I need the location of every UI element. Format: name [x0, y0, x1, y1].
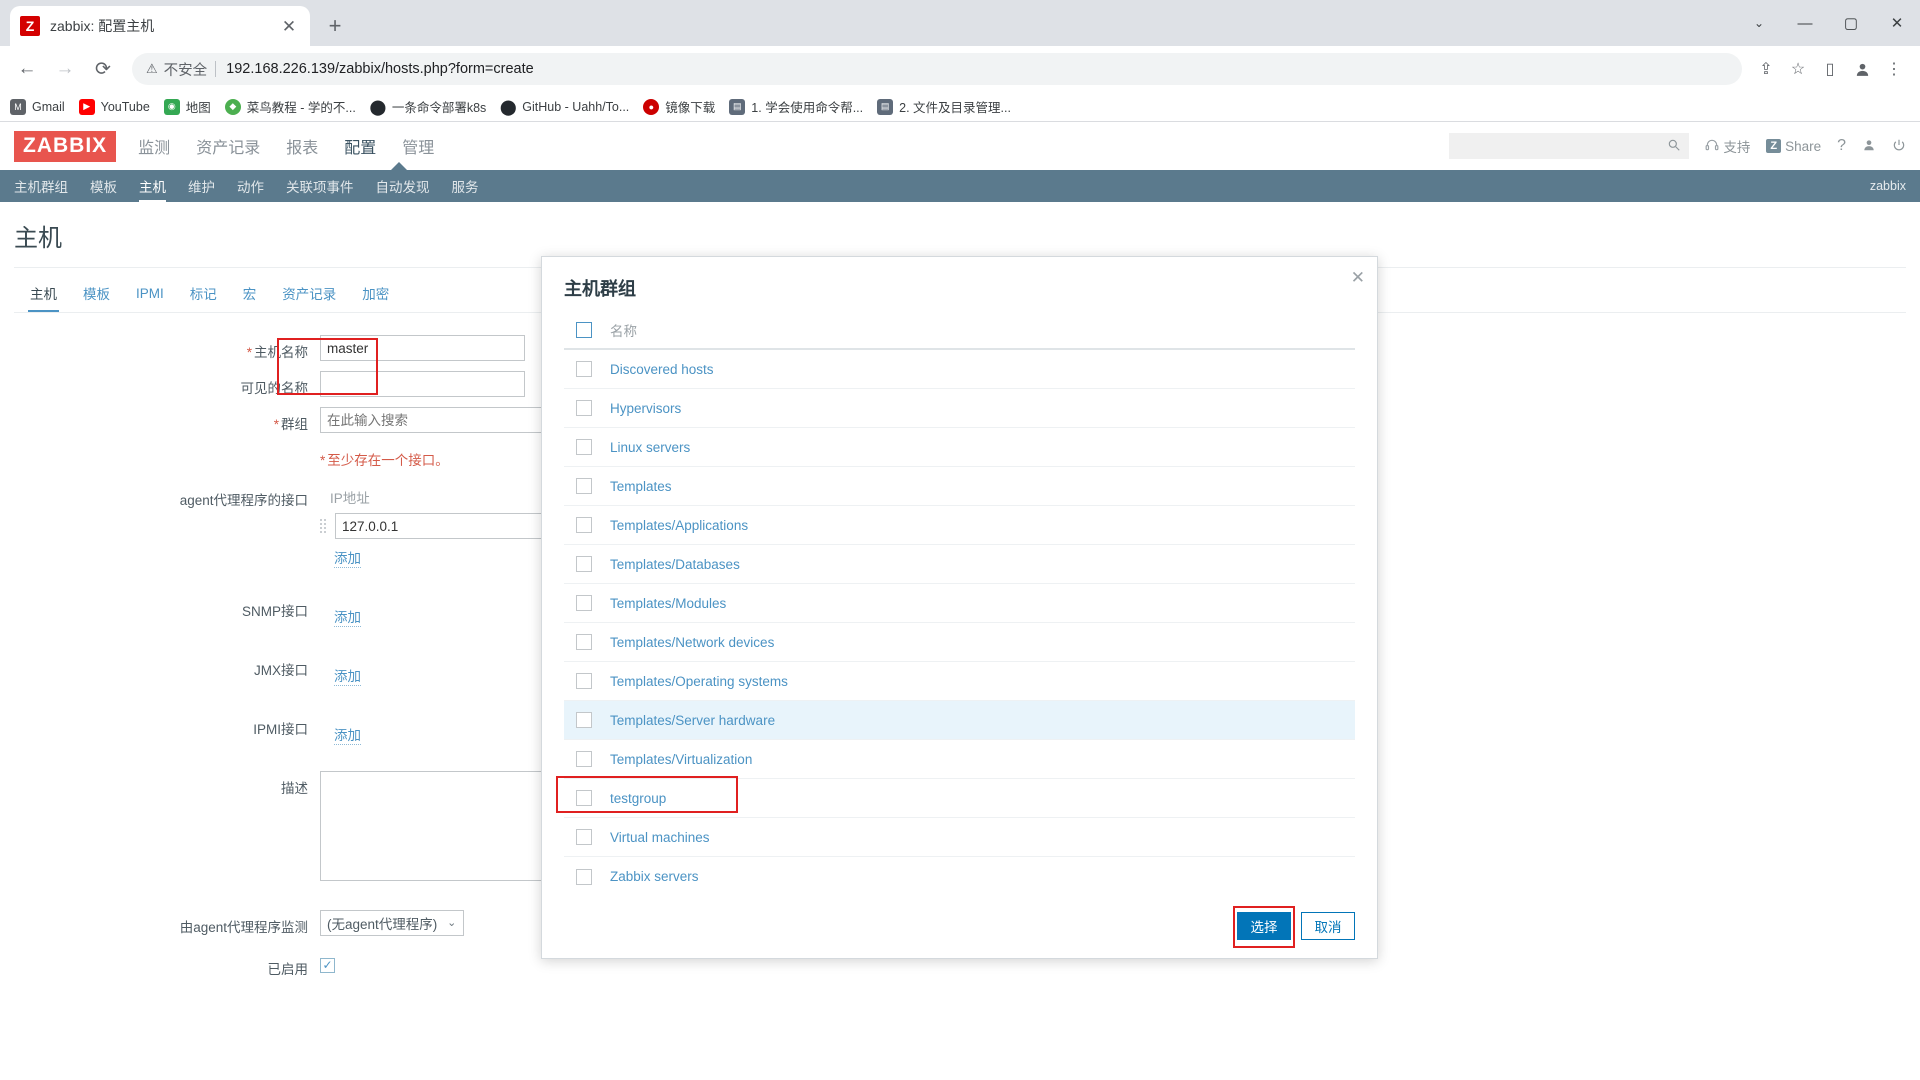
row-checkbox[interactable] [576, 595, 592, 611]
row-checkbox[interactable] [576, 712, 592, 728]
list-item[interactable]: Templates/Network devices [564, 623, 1355, 662]
group-name[interactable]: Templates/Server hardware [610, 713, 775, 728]
row-checkbox[interactable] [576, 634, 592, 650]
row-checkbox[interactable] [576, 673, 592, 689]
list-item[interactable]: Templates/Databases [564, 545, 1355, 584]
modal-header: 主机群组 ✕ [542, 257, 1377, 311]
row-checkbox[interactable] [576, 517, 592, 533]
row-checkbox[interactable] [576, 556, 592, 572]
browser-window: Z zabbix: 配置主机 ✕ + ⌄ — ▢ ✕ ← → ⟳ ⚠ 不安全 1… [0, 0, 1920, 1080]
close-icon[interactable]: ✕ [1351, 269, 1365, 286]
list-item[interactable]: Templates/Virtualization [564, 740, 1355, 779]
group-name[interactable]: Zabbix servers [610, 869, 699, 884]
select-all-checkbox[interactable] [576, 322, 592, 338]
modal-overlay: 主机群组 ✕ 名称 Discovered hosts Hypervisors [0, 0, 1920, 1080]
row-checkbox[interactable] [576, 361, 592, 377]
group-name[interactable]: Discovered hosts [610, 362, 714, 377]
list-item[interactable]: Zabbix servers [564, 857, 1355, 896]
cancel-button[interactable]: 取消 [1301, 912, 1355, 940]
group-name[interactable]: Templates/Databases [610, 557, 740, 572]
group-name[interactable]: Templates/Applications [610, 518, 748, 533]
list-header-row: 名称 [564, 311, 1355, 350]
group-name[interactable]: Templates/Network devices [610, 635, 774, 650]
list-item[interactable]: Hypervisors [564, 389, 1355, 428]
row-checkbox[interactable] [576, 478, 592, 494]
group-name[interactable]: Linux servers [610, 440, 690, 455]
list-item[interactable]: testgroup [564, 779, 1355, 818]
modal-title: 主机群组 [564, 275, 1355, 301]
list-item[interactable]: Templates/Applications [564, 506, 1355, 545]
group-name[interactable]: Templates [610, 479, 672, 494]
select-button[interactable]: 选择 [1237, 912, 1291, 940]
row-checkbox[interactable] [576, 829, 592, 845]
row-checkbox[interactable] [576, 869, 592, 885]
list-item[interactable]: Templates [564, 467, 1355, 506]
group-name[interactable]: Templates/Modules [610, 596, 726, 611]
row-checkbox[interactable] [576, 751, 592, 767]
list-item[interactable]: Discovered hosts [564, 350, 1355, 389]
group-name[interactable]: Hypervisors [610, 401, 681, 416]
list-item[interactable]: Templates/Operating systems [564, 662, 1355, 701]
column-header-name: 名称 [610, 320, 637, 340]
list-item[interactable]: Virtual machines [564, 818, 1355, 857]
row-checkbox[interactable] [576, 790, 592, 806]
modal-footer: 选择 取消 [542, 896, 1377, 958]
group-name[interactable]: Templates/Virtualization [610, 752, 752, 767]
group-name[interactable]: testgroup [610, 791, 666, 806]
list-item[interactable]: Linux servers [564, 428, 1355, 467]
modal-body: 名称 Discovered hosts Hypervisors Linux se… [542, 311, 1377, 896]
group-name[interactable]: Templates/Operating systems [610, 674, 788, 689]
row-checkbox[interactable] [576, 439, 592, 455]
row-checkbox[interactable] [576, 400, 592, 416]
host-groups-modal: 主机群组 ✕ 名称 Discovered hosts Hypervisors [541, 256, 1378, 959]
group-name[interactable]: Virtual machines [610, 830, 710, 845]
list-item[interactable]: Templates/Modules [564, 584, 1355, 623]
list-item[interactable]: Templates/Server hardware [564, 701, 1355, 740]
